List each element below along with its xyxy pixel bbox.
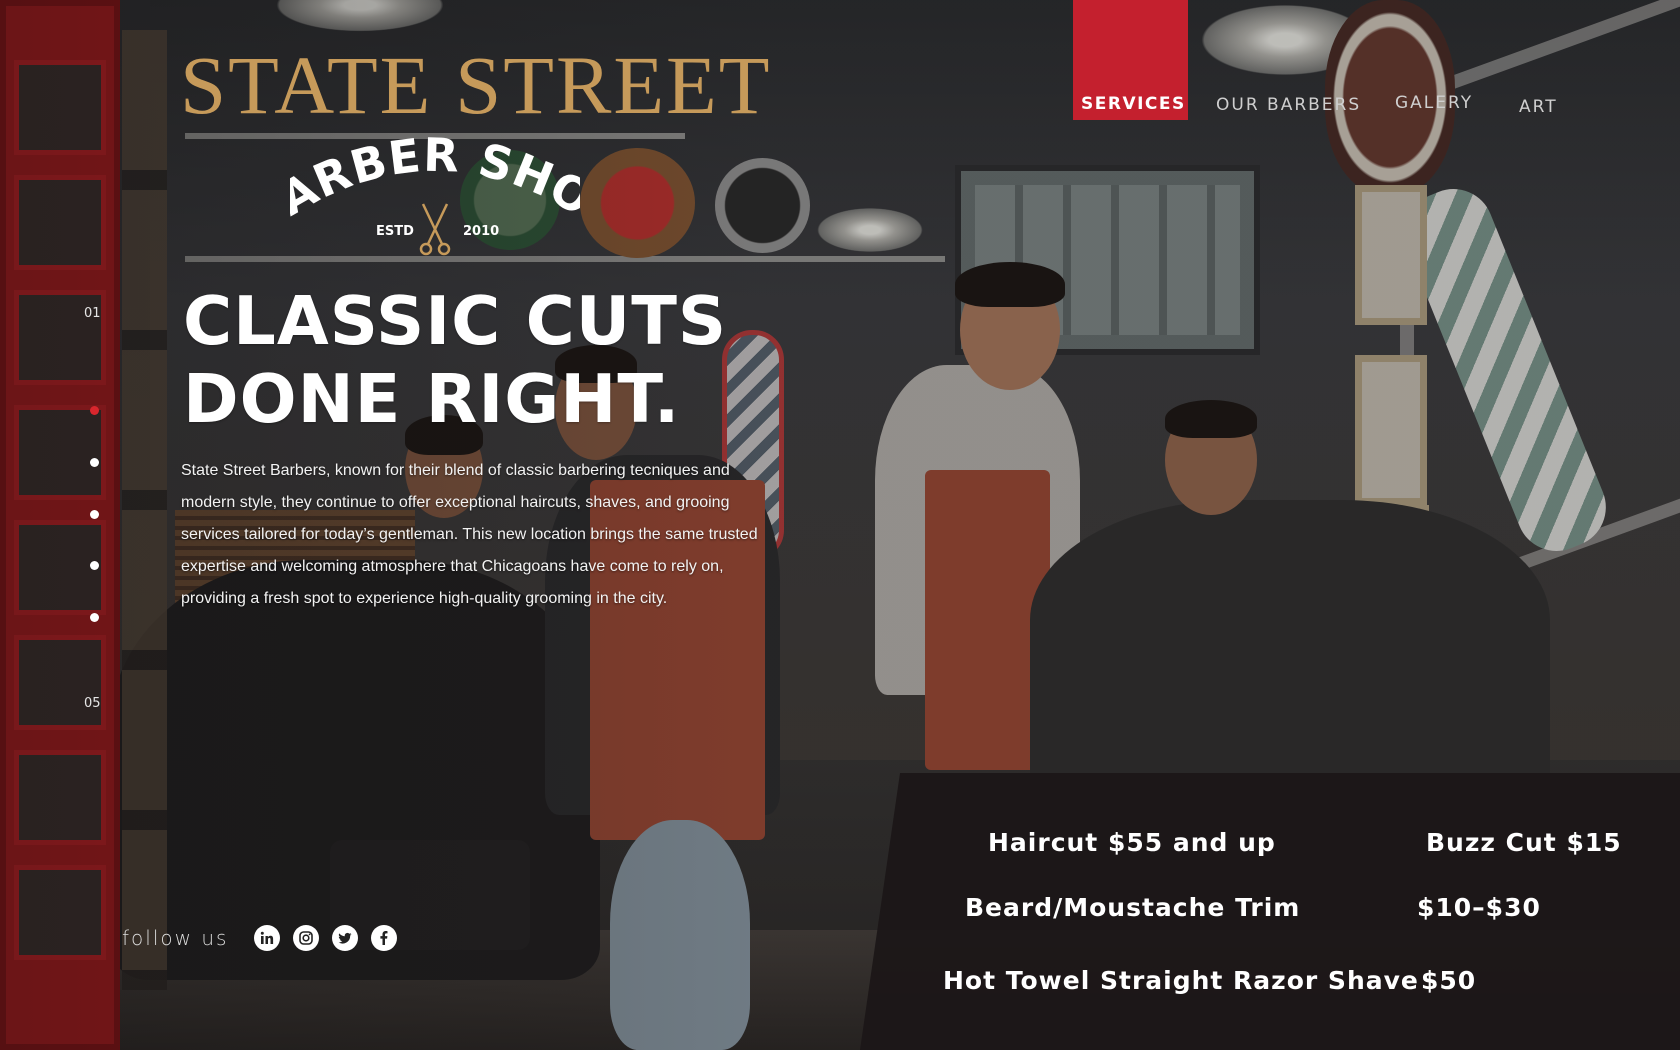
badge-year: 2010: [463, 224, 499, 239]
service-hot-towel-shave: Hot Towel Straight Razor Shave: [943, 966, 1419, 995]
price-buzz-cut: Buzz Cut $15: [1426, 828, 1622, 857]
service-beard-trim: Beard/Moustache Trim: [965, 893, 1301, 922]
price-beard-trim: $10–$30: [1417, 893, 1541, 922]
barber-shop-badge-logo: BARBER SHOP ESTD 2010: [290, 132, 580, 256]
nav-item-galery[interactable]: GALERY: [1395, 93, 1473, 113]
hero-title-line-2: DONE RIGHT.: [183, 360, 681, 438]
pager-dot[interactable]: [90, 458, 99, 467]
instagram-icon[interactable]: [293, 925, 320, 951]
badge-estd: ESTD: [376, 224, 414, 239]
follow-us-label: follow us: [122, 926, 229, 950]
pager-first-number: 01: [84, 306, 101, 321]
badge-title: BARBER SHOP: [290, 132, 580, 227]
hero-title: CLASSIC CUTS DONE RIGHT.: [183, 282, 803, 438]
social-follow: follow us: [122, 925, 410, 951]
price-list-panel: Haircut $55 and up Buzz Cut $15 Beard/Mo…: [860, 773, 1680, 1050]
brand-wordmark[interactable]: STATE STREET: [180, 44, 771, 127]
twitter-icon[interactable]: [332, 925, 359, 951]
hero-title-line-1: CLASSIC CUTS: [183, 282, 728, 360]
price-hot-towel-shave: $50: [1421, 966, 1477, 995]
nav-item-services[interactable]: SERVICES: [1081, 94, 1186, 114]
nav-item-our-barbers[interactable]: OUR BARBERS: [1216, 95, 1361, 115]
pager-last-number: 05: [84, 696, 101, 711]
scissors-icon: [419, 203, 451, 256]
price-haircut: Haircut $55 and up: [988, 828, 1276, 857]
pager-dot[interactable]: [90, 510, 99, 519]
linkedin-icon[interactable]: [254, 925, 281, 951]
pager-dot[interactable]: [90, 613, 99, 622]
nav-item-art[interactable]: ART: [1519, 97, 1558, 117]
hero-description: State Street Barbers, known for their bl…: [181, 462, 758, 607]
slide-pager: 01 05: [84, 306, 108, 716]
pager-dot-active[interactable]: [90, 406, 99, 415]
pager-dot[interactable]: [90, 561, 99, 570]
facebook-icon[interactable]: [371, 925, 398, 951]
